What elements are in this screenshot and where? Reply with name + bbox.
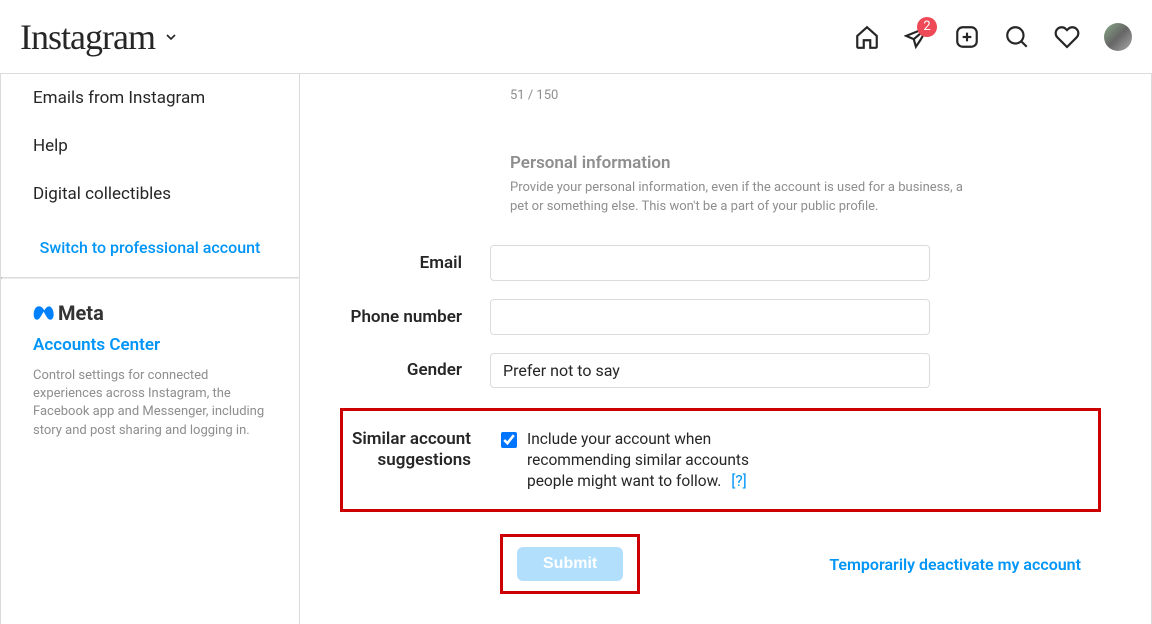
similar-text: Include your account when recommending s… [527, 429, 787, 492]
sidebar-item-emails[interactable]: Emails from Instagram [1, 74, 299, 122]
home-icon[interactable] [854, 24, 880, 50]
personal-info-desc: Provide your personal information, even … [510, 179, 970, 217]
sidebar: Emails from Instagram Help Digital colle… [0, 74, 300, 624]
switch-professional-link[interactable]: Switch to professional account [1, 218, 299, 277]
sidebar-item-help[interactable]: Help [1, 122, 299, 170]
similar-label: Similar account suggestions [343, 429, 493, 472]
phone-label: Phone number [340, 307, 490, 327]
meta-description: Control settings for connected experienc… [33, 367, 267, 440]
email-row: Email [340, 245, 1101, 281]
accounts-center-link[interactable]: Accounts Center [33, 335, 267, 355]
phone-field[interactable] [490, 299, 930, 335]
new-post-icon[interactable] [954, 24, 980, 50]
sidebar-item-collectibles[interactable]: Digital collectibles [1, 170, 299, 218]
phone-row: Phone number [340, 299, 1101, 335]
char-count: 51 / 150 [510, 74, 1101, 103]
deactivate-link[interactable]: Temporarily deactivate my account [829, 555, 1101, 574]
avatar[interactable] [1104, 23, 1132, 51]
meta-logo-icon [33, 301, 57, 325]
meta-brand: Meta [33, 301, 267, 325]
email-label: Email [340, 253, 490, 273]
top-nav: Instagram 2 [0, 0, 1152, 74]
messenger-icon[interactable]: 2 [904, 24, 930, 50]
meta-section: Meta Accounts Center Control settings fo… [1, 279, 299, 470]
nav-icons: 2 [854, 23, 1132, 51]
submit-button[interactable]: Submit [517, 547, 623, 581]
instagram-logo: Instagram [20, 16, 155, 58]
personal-info-title: Personal information [510, 153, 1101, 173]
email-field[interactable] [490, 245, 930, 281]
gender-label: Gender [340, 360, 490, 380]
chevron-down-icon[interactable] [163, 29, 179, 45]
submit-highlight: Submit [500, 534, 640, 594]
notification-badge: 2 [917, 17, 937, 37]
gender-row: Gender Prefer not to say [340, 353, 1101, 388]
similar-content: Include your account when recommending s… [493, 429, 787, 492]
main-content: 51 / 150 Personal information Provide yo… [300, 74, 1152, 624]
meta-text: Meta [58, 301, 104, 325]
gender-field[interactable]: Prefer not to say [490, 353, 930, 388]
similar-checkbox[interactable] [501, 432, 517, 448]
bottom-row: Submit Temporarily deactivate my account [340, 534, 1101, 594]
activity-icon[interactable] [1054, 24, 1080, 50]
page-body: Emails from Instagram Help Digital colle… [0, 74, 1152, 624]
search-icon[interactable] [1004, 24, 1030, 50]
similar-suggestions-highlight: Similar account suggestions Include your… [340, 408, 1101, 513]
help-link[interactable]: [?] [731, 472, 747, 490]
brand[interactable]: Instagram [20, 16, 179, 58]
